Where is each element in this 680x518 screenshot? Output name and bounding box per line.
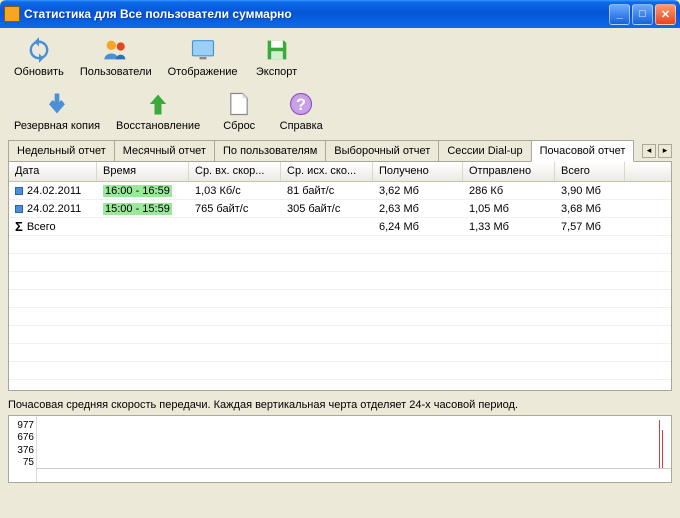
backup-button[interactable]: Резервная копия <box>8 88 106 134</box>
grid-header: ДатаВремяСр. вх. скор...Ср. исх. ско...П… <box>9 162 671 182</box>
blank-page-icon <box>225 90 253 118</box>
tab-scroll-right[interactable]: ▸ <box>658 144 672 158</box>
column-header[interactable]: Дата <box>9 162 97 181</box>
column-header[interactable]: Время <box>97 162 189 181</box>
titlebar: Статистика для Все пользователи суммарно… <box>0 0 680 28</box>
y-tick: 676 <box>11 432 34 443</box>
tool-label: Восстановление <box>116 120 200 132</box>
toolbar-row-1: Обновить Пользователи Отображение Экспорт <box>0 28 680 82</box>
y-tick: 376 <box>11 445 34 456</box>
maximize-button[interactable]: □ <box>632 4 653 25</box>
tool-label: Сброс <box>223 120 255 132</box>
help-icon: ? <box>287 90 315 118</box>
row-icon <box>15 205 23 213</box>
table-row[interactable]: 24.02.201116:00 - 16:591,03 Кб/с81 байт/… <box>9 182 671 200</box>
sigma-icon: Σ <box>15 219 23 234</box>
tab[interactable]: Почасовой отчет <box>531 140 635 162</box>
users-button[interactable]: Пользователи <box>74 34 158 80</box>
cell-out-speed: 305 байт/с <box>281 202 373 216</box>
tab-bar: Недельный отчетМесячный отчетПо пользова… <box>0 136 680 161</box>
chart-x-axis <box>37 468 671 482</box>
table-total-row: ΣВсего 6,24 Мб1,33 Мб7,57 Мб <box>9 218 671 236</box>
arrow-up-icon <box>144 90 172 118</box>
column-header[interactable]: Всего <box>555 162 625 181</box>
cell-date: 24.02.2011 <box>9 202 97 216</box>
chart-bar <box>662 430 663 468</box>
tool-label: Экспорт <box>256 66 297 78</box>
chart-y-axis: 977676 37675 <box>9 416 37 482</box>
tool-label: Пользователи <box>80 66 152 78</box>
tab[interactable]: Выборочный отчет <box>325 140 439 161</box>
cell-received: 2,63 Мб <box>373 202 463 216</box>
grid-body: 24.02.201116:00 - 16:591,03 Кб/с81 байт/… <box>9 182 671 380</box>
minimize-button[interactable]: _ <box>609 4 630 25</box>
tab-nav: ◂ ▸ <box>642 144 672 158</box>
chart-box: 977676 37675 <box>8 415 672 483</box>
cell-out-speed: 81 байт/с <box>281 184 373 198</box>
chart-bar <box>659 420 660 468</box>
cell-sent: 1,33 Мб <box>463 220 555 234</box>
row-icon <box>15 187 23 195</box>
cell-date: 24.02.2011 <box>9 184 97 198</box>
svg-text:?: ? <box>296 96 306 114</box>
cell-received: 3,62 Мб <box>373 184 463 198</box>
cell-sent: 1,05 Мб <box>463 202 555 216</box>
toolbar-row-2: Резервная копия Восстановление Сброс? Справ… <box>0 82 680 136</box>
cell-in-speed: 1,03 Кб/с <box>189 184 281 198</box>
y-tick: 75 <box>11 457 34 468</box>
reset-button[interactable]: Сброс <box>210 88 268 134</box>
export-button[interactable]: Экспорт <box>248 34 306 80</box>
tab[interactable]: Месячный отчет <box>114 140 215 161</box>
cell-total: 3,68 Мб <box>555 202 625 216</box>
cell-total: 7,57 Мб <box>555 220 625 234</box>
help-button[interactable]: ? Справка <box>272 88 330 134</box>
tab-scroll-left[interactable]: ◂ <box>642 144 656 158</box>
tool-label: Отображение <box>168 66 238 78</box>
cell-in-speed: 765 байт/с <box>189 202 281 216</box>
cell-sent: 286 Кб <box>463 184 555 198</box>
chart-plot <box>37 416 671 482</box>
table-row[interactable]: 24.02.201115:00 - 15:59765 байт/с305 бай… <box>9 200 671 218</box>
cell-received: 6,24 Мб <box>373 220 463 234</box>
cell-time: 16:00 - 16:59 <box>97 184 189 198</box>
window-title: Статистика для Все пользователи суммарно <box>24 7 607 21</box>
cell-total: 3,90 Мб <box>555 184 625 198</box>
restore-button[interactable]: Восстановление <box>110 88 206 134</box>
tab[interactable]: По пользователям <box>214 140 326 161</box>
cell-time: 15:00 - 15:59 <box>97 202 189 216</box>
refresh-icon <box>25 36 53 64</box>
tool-label: Обновить <box>14 66 64 78</box>
save-icon <box>263 36 291 64</box>
display-button[interactable]: Отображение <box>162 34 244 80</box>
arrow-down-icon <box>43 90 71 118</box>
chart-area: Почасовая средняя скорость передачи. Каж… <box>8 395 672 483</box>
tab[interactable]: Сессии Dial-up <box>438 140 531 161</box>
report-grid: ДатаВремяСр. вх. скор...Ср. исх. ско...П… <box>8 161 672 391</box>
column-header[interactable]: Ср. исх. ско... <box>281 162 373 181</box>
app-icon <box>4 6 20 22</box>
display-icon <box>189 36 217 64</box>
chart-description: Почасовая средняя скорость передачи. Каж… <box>8 395 672 415</box>
tab[interactable]: Недельный отчет <box>8 140 115 161</box>
close-button[interactable]: ✕ <box>655 4 676 25</box>
tool-label: Справка <box>280 120 323 132</box>
users-icon <box>102 36 130 64</box>
column-header[interactable]: Получено <box>373 162 463 181</box>
column-header[interactable]: Отправлено <box>463 162 555 181</box>
cell-total-label: ΣВсего <box>9 218 97 235</box>
refresh-button[interactable]: Обновить <box>8 34 70 80</box>
tool-label: Резервная копия <box>14 120 100 132</box>
y-tick: 977 <box>11 420 34 431</box>
column-header[interactable]: Ср. вх. скор... <box>189 162 281 181</box>
